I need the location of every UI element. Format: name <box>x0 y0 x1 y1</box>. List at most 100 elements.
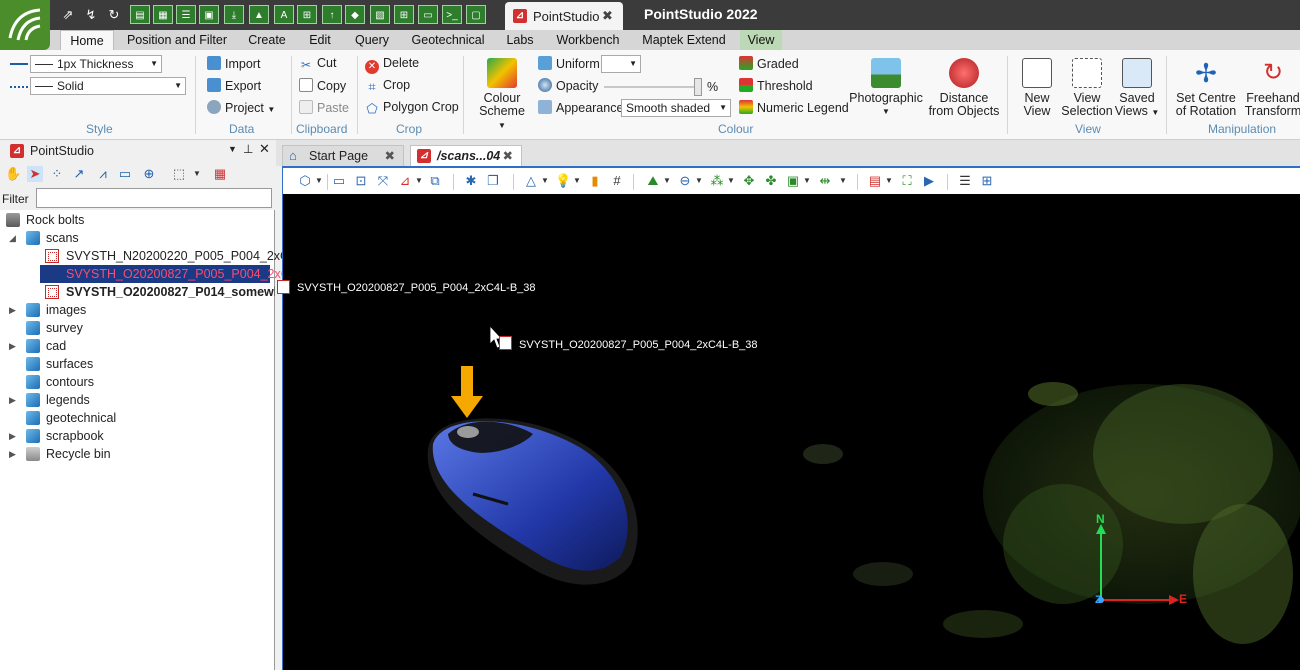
tree-item-scan-2[interactable]: SVYSTH_O20200827_P005_P004_2xC4... <box>0 265 307 283</box>
uniform-button[interactable]: Uniform <box>538 56 600 71</box>
select-polygon-icon[interactable]: ⩘ <box>95 166 111 182</box>
report-icon[interactable]: ▤ <box>130 5 150 24</box>
new-view-button[interactable]: New View <box>1014 58 1060 118</box>
tree-item-scans[interactable]: ◢ scans <box>0 229 275 247</box>
thickness-select[interactable]: 1px Thickness ▼ <box>30 55 162 73</box>
tree-item-images[interactable]: ▶ images <box>0 301 275 319</box>
close-icon[interactable]: ✕ <box>259 141 270 157</box>
screenshot-icon[interactable]: ⛶ <box>899 173 915 189</box>
chevron-down-icon[interactable]: ▼ <box>311 173 327 189</box>
split-view-icon[interactable]: ⊞ <box>979 173 995 189</box>
fit-view-icon[interactable]: ▭ <box>331 173 347 189</box>
chevron-down-icon[interactable]: ▼ <box>659 173 675 189</box>
chevron-down-icon[interactable]: ▼ <box>835 173 851 189</box>
layers-icon[interactable]: ⧉ <box>427 173 443 189</box>
export-button[interactable]: Export <box>207 78 261 93</box>
tree-item-contours[interactable]: contours <box>0 373 275 391</box>
tab-position-and-filter[interactable]: Position and Filter <box>122 30 232 50</box>
screen-icon[interactable]: ▢ <box>466 5 486 24</box>
tab-query[interactable]: Query <box>348 30 396 50</box>
tab-scans-view[interactable]: ⊿ /scans...04 ✖ <box>410 145 522 166</box>
hierarchy-icon[interactable]: ⊞ <box>297 5 317 24</box>
compass-icon[interactable]: ✤ <box>763 173 779 189</box>
delete-button[interactable]: ✕ Delete <box>365 56 419 74</box>
fit-selection-icon[interactable]: ⊡ <box>353 173 369 189</box>
sheet-icon[interactable]: ▣ <box>199 5 219 24</box>
collapsed-chevron-icon[interactable]: ▶ <box>9 337 16 355</box>
text-icon[interactable]: A <box>274 5 294 24</box>
numeric-legend-button[interactable]: Numeric Legend <box>739 100 849 115</box>
distance-from-objects-button[interactable]: Distance from Objects <box>928 58 1000 118</box>
select-arrow-icon[interactable]: ➤ <box>27 166 43 182</box>
paste-button[interactable]: Paste <box>299 100 349 115</box>
grid-icon[interactable]: # <box>609 173 625 189</box>
tree-item-scan-3[interactable]: SVYSTH_O20200827_P014_somewhe <box>0 283 275 301</box>
chevron-down-icon[interactable]: ▼ <box>723 173 739 189</box>
windows-icon[interactable]: ⊞ <box>394 5 414 24</box>
form-icon[interactable]: ☰ <box>176 5 196 24</box>
tree-item-geotechnical[interactable]: geotechnical <box>0 409 275 427</box>
tree-item-scan-1[interactable]: SVYSTH_N20200220_P005_P004_2xC4... <box>0 247 306 265</box>
tab-create[interactable]: Create <box>242 30 292 50</box>
tree-item-scrapbook[interactable]: ▶ scrapbook <box>0 427 275 445</box>
pan-hand-icon[interactable]: ✋ <box>5 166 21 182</box>
restore-icon[interactable]: ❐ <box>485 173 501 189</box>
view-selection-button[interactable]: View Selection <box>1060 58 1114 118</box>
chevron-down-icon[interactable]: ▼ <box>411 173 427 189</box>
tree-item-recycle-bin[interactable]: ▶ Recycle bin <box>0 445 275 463</box>
tab-home[interactable]: Home <box>60 30 114 50</box>
level-icon[interactable]: ▮ <box>587 173 603 189</box>
network-icon[interactable]: ✥ <box>741 173 757 189</box>
panel-menu-chevron-icon[interactable]: ▼ <box>228 144 237 154</box>
brush-tool-icon[interactable]: ↯ <box>81 5 101 24</box>
document-icon[interactable]: ▧ <box>370 5 390 24</box>
terminal-icon[interactable]: >_ <box>442 5 462 24</box>
maptek-logo-icon[interactable] <box>0 0 50 50</box>
chevron-down-icon[interactable]: ▼ <box>537 173 553 189</box>
uniform-colour-select[interactable]: ▼ <box>601 55 641 73</box>
tab-labs[interactable]: Labs <box>502 30 538 50</box>
clip-icon[interactable]: ⇹ <box>817 173 833 189</box>
pin-icon[interactable]: ↑ <box>322 5 342 24</box>
centre-icon[interactable]: ✱ <box>463 173 479 189</box>
colour-scheme-button[interactable]: Colour Scheme ▼ <box>474 58 530 132</box>
list-icon[interactable]: ☰ <box>957 173 973 189</box>
freehand-transform-button[interactable]: ↻ Freehand Transform <box>1242 58 1300 118</box>
polygon-crop-button[interactable]: ⬠ Polygon Crop <box>365 100 458 116</box>
tab-geotechnical[interactable]: Geotechnical <box>406 30 490 50</box>
pointstudio-document-tab[interactable]: ⊿ PointStudio ✖ <box>505 2 623 30</box>
filter-input[interactable] <box>36 188 272 208</box>
crop-button[interactable]: ⌗ Crop <box>365 78 410 94</box>
select-tool-icon[interactable]: ⇗ <box>58 5 78 24</box>
refresh-icon[interactable]: ↻ <box>104 5 124 24</box>
tree-item-legends[interactable]: ▶ legends <box>0 391 275 409</box>
collapsed-chevron-icon[interactable]: ▶ <box>9 301 16 319</box>
monitor-icon[interactable]: ▭ <box>418 5 438 24</box>
set-centre-of-rotation-button[interactable]: ✢ Set Centre of Rotation <box>1172 58 1240 118</box>
tab-edit[interactable]: Edit <box>302 30 338 50</box>
collapsed-chevron-icon[interactable]: ▶ <box>9 391 16 409</box>
zoom-extents-icon[interactable]: ⤧ <box>375 173 391 189</box>
tree-item-survey[interactable]: survey <box>0 319 275 337</box>
download-icon[interactable]: ⤓ <box>224 5 244 24</box>
select-line-icon[interactable]: ↗ <box>71 166 87 182</box>
tab-view[interactable]: View <box>740 30 782 50</box>
selection-mode-icon[interactable]: ⬚ <box>171 166 187 182</box>
collapsed-chevron-icon[interactable]: ▶ <box>9 427 16 445</box>
select-points-icon[interactable]: ⁘ <box>49 166 65 182</box>
photographic-button[interactable]: Photographic ▼ <box>847 58 925 118</box>
opacity-slider-thumb[interactable] <box>694 78 702 96</box>
select-box-icon[interactable]: ▭ <box>117 166 133 182</box>
chevron-down-icon[interactable]: ▼ <box>189 166 205 182</box>
tab-start-page[interactable]: ⌂ Start Page ✖ <box>282 145 404 166</box>
saved-views-button[interactable]: Saved Views ▼ <box>1114 58 1160 119</box>
opacity-slider[interactable] <box>604 86 700 88</box>
chevron-down-icon[interactable]: ▼ <box>799 173 815 189</box>
project-button[interactable]: Project ▼ <box>207 100 275 115</box>
graded-button[interactable]: Graded <box>739 56 799 71</box>
tree-item-cad[interactable]: ▶ cad <box>0 337 275 355</box>
terrain-icon[interactable]: ▲ <box>249 5 269 24</box>
expanded-chevron-icon[interactable]: ◢ <box>9 229 16 247</box>
close-icon[interactable]: ✖ <box>503 146 513 166</box>
line-style-select[interactable]: Solid ▼ <box>30 77 186 95</box>
